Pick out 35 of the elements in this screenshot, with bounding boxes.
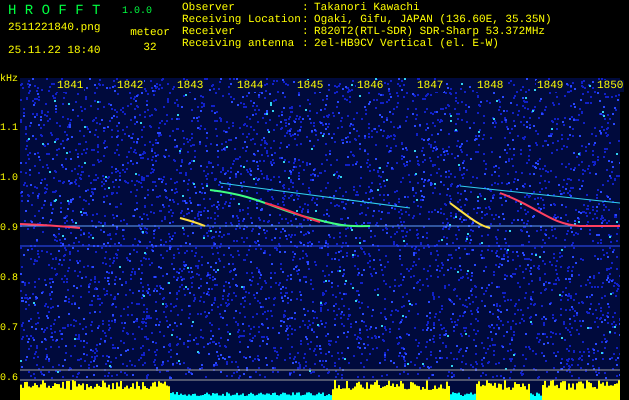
axis-label: 0.9 xyxy=(0,223,18,235)
time-label: 1844 xyxy=(236,80,264,92)
time-label: 1850 xyxy=(596,80,624,92)
axis-label: 0.8 xyxy=(0,273,18,285)
date-time: 25.11.22 18:40 xyxy=(8,45,102,57)
axis-label: 1.1 xyxy=(0,123,18,135)
info-value: 2el-HB9CV Vertical (el. E-W) xyxy=(314,38,499,50)
time-label: 1843 xyxy=(176,80,204,92)
info-value: Takanori Kawachi xyxy=(314,2,420,14)
info-value: R820T2(RTL-SDR) SDR-Sharp 53.372MHz xyxy=(314,26,546,38)
info-separator: : xyxy=(302,14,310,26)
info-separator: : xyxy=(302,38,310,50)
info-separator: : xyxy=(302,2,310,14)
time-label: 1846 xyxy=(356,80,384,92)
file-name: 2511221840.png xyxy=(8,22,102,34)
time-label: 1842 xyxy=(116,80,144,92)
axis-label: 0.6 xyxy=(0,373,18,385)
info-label: Receiving Location xyxy=(182,14,302,26)
meteor-label: meteor xyxy=(130,27,170,39)
meteor-count: 32 xyxy=(143,42,157,54)
info-label: Receiver xyxy=(182,26,236,38)
time-label: 1841 xyxy=(56,80,84,92)
time-label: 1845 xyxy=(296,80,324,92)
info-label: Receiving antenna xyxy=(182,38,296,50)
time-label: 1849 xyxy=(536,80,564,92)
axis-label: 0.7 xyxy=(0,323,18,335)
axis-label: 1.0 xyxy=(0,173,18,185)
info-separator: : xyxy=(302,26,310,38)
info-value: Ogaki, Gifu, JAPAN (136.60E, 35.35N) xyxy=(314,14,552,26)
time-label: 1848 xyxy=(476,80,504,92)
version-label: 1.0.0 xyxy=(122,5,152,19)
app-title: H R O F F T xyxy=(8,2,100,20)
axis-unit: kHz xyxy=(0,74,18,86)
time-label: 1847 xyxy=(416,80,444,92)
info-label: Observer xyxy=(182,2,236,14)
